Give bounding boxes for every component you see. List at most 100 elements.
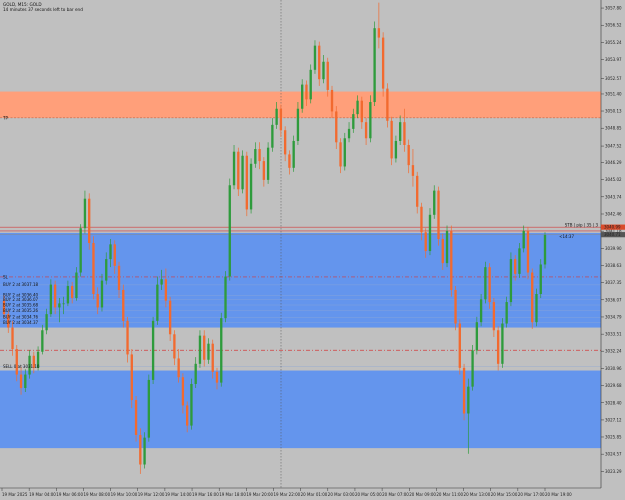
time-tick-label: 19 Mar 06:00 [56,492,83,497]
candle-body [288,154,291,168]
candle-body [543,234,547,265]
price-tick-label: 3038.63 [605,263,622,268]
candle-body [526,230,530,273]
candle-body [49,284,53,315]
time-tick-label: 19 Mar 20:00 [246,492,273,497]
candle-body [484,267,487,300]
candle-body [509,259,513,303]
candle-body [531,272,534,323]
price-tick-label: 3034.79 [605,314,622,319]
candle-body [373,28,376,103]
candle-body [173,334,176,359]
order-label: BUY 2 at 3034.37 [3,320,38,325]
candle-body [381,37,385,89]
candle-body [134,400,138,435]
candle-body [309,69,312,100]
candle-body [220,318,223,383]
candle-body [177,358,180,378]
candle-body [168,300,172,335]
candle-body [407,144,410,166]
price-tick-label: 3025.85 [605,434,622,439]
candle-body [266,147,270,180]
candle-body [433,190,436,215]
candle-body [151,320,155,380]
price-tick-label: 3042.46 [605,211,622,216]
candle-body [441,238,444,264]
price-tick-label: 3050.13 [605,109,622,114]
candle-body [467,386,470,414]
candle-body [198,335,202,364]
candle-body [364,122,368,139]
candle-body [75,272,78,299]
candle-body [318,45,321,80]
candle-body [377,28,381,38]
candle-body [113,244,116,266]
candle-body [539,264,542,295]
price-tick-label: 3055.24 [605,40,622,45]
candle-body [88,198,91,243]
candle-body [254,149,257,164]
price-chart[interactable]: BUY 2 at 3037.18BUY 2 at 3036.40BUY 2 at… [0,0,625,500]
candle-body [398,122,402,141]
order-label: BUY 2 at 3037.18 [3,282,38,287]
price-tick-label: 3024.57 [605,452,622,457]
candle-body [475,322,479,351]
candle-body [19,374,23,388]
candle-body [237,151,240,190]
candle-body [41,330,44,352]
candle-body [160,279,163,285]
candle-body [92,242,95,295]
candle-body [126,320,129,355]
candle-body [232,151,236,186]
candle-body [326,61,329,90]
candle-body [301,84,304,109]
candle-body [262,161,266,180]
time-tick-label: 20 Mar 13:00 [464,492,491,497]
candle-body [479,299,483,323]
candle-body [70,285,74,299]
candle-body [241,155,244,190]
time-tick-label: 19 Mar 22:00 [274,492,301,497]
candle-body [194,363,197,384]
price-tick-label: 3045.02 [605,177,622,182]
candle-body [514,259,517,274]
candle-body [15,349,18,375]
price-tick-label: 3056.52 [605,23,622,28]
time-tick-label: 19 Mar 2025 [2,492,28,497]
sell-label: SELL 0 at 3031.10 [3,364,40,369]
candle-body [79,228,82,273]
price-tick-label: 3027.12 [605,417,622,422]
price-tick-label: 3053.97 [605,57,622,62]
candle-body [369,102,372,139]
time-tick-label: 19 Mar 08:00 [83,492,110,497]
candle-body [53,284,57,308]
price-tick-label: 3030.96 [605,366,622,371]
candle-body [105,259,108,281]
candle-body [83,198,87,229]
candle-body [462,367,466,414]
candle-body [24,374,27,388]
candle-body [109,244,112,260]
price-tick-label: 3028.40 [605,400,622,405]
candle-body [335,111,338,143]
candle-body [313,45,317,70]
time-tick-label: 20 Mar 11:00 [436,492,463,497]
price-tick-label: 3029.68 [605,383,622,388]
candle-body [343,138,346,167]
price-tick-label: 3051.40 [605,91,622,96]
price-tick-label: 3048.85 [605,126,622,131]
candle-body [305,84,308,100]
candle-body [360,100,363,123]
candle-body [139,434,142,465]
candle-body [522,230,525,249]
candle-body [203,335,206,360]
price-tick-label: 3033.51 [605,332,622,337]
candle-body [224,276,227,319]
bid-price-tag: 3040.71 [604,232,621,237]
price-tick-label: 3047.52 [605,144,622,149]
stop-line-label: STB | pip | 35 | 3 [565,223,599,228]
candle-body [66,285,70,304]
candle-body [190,383,193,426]
time-tick-label: 19 Mar 04:00 [29,492,56,497]
candle-body [501,323,504,364]
